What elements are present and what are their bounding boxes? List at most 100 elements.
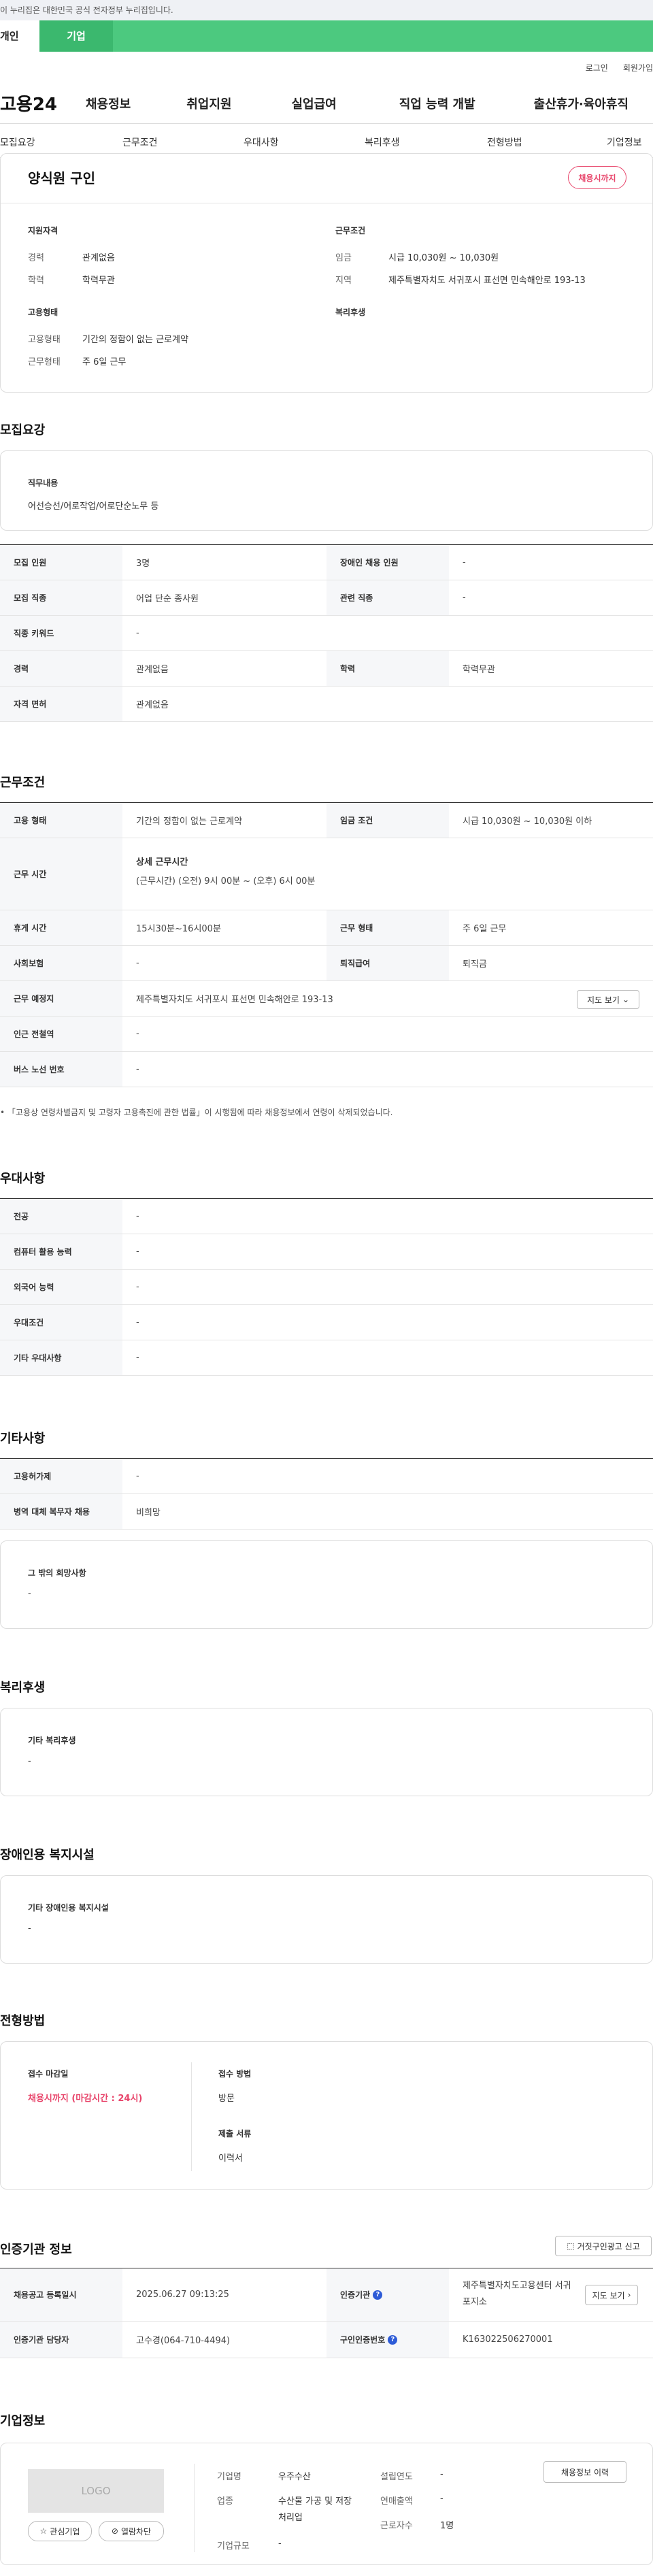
table-row: 기타 우대사항 - [0,1340,653,1376]
divider [194,2464,195,2552]
row-value: 시급 10,030원 ~ 10,030원 이하 [463,816,592,827]
row-key: 경력 [0,651,122,686]
table-row: 휴게 시간 15시30분~16시00분 근무 형태 주 6일 근무 [0,910,653,946]
wage-value: 시급 10,030원 ~ 10,030원 [388,253,499,263]
career-label: 경력 [28,253,44,263]
method-title: 접수 방법 [218,2069,252,2079]
sales-label: 연매출액 [380,2496,413,2507]
row-value: - [136,1246,139,1257]
tab-company[interactable]: 기업 [39,20,113,52]
row-value: - [136,628,139,638]
section-nav-company[interactable]: 기업정보 [607,135,642,149]
wage-label: 임금 [335,253,352,263]
map-view-button[interactable]: 지도 보기 ⌄ [577,990,639,1009]
job-history-button[interactable]: 채용정보 이력 [543,2461,626,2483]
block-view-button[interactable]: ⊘ 열람차단 [99,2521,164,2541]
age-note-text: 「고용상 연령차별금지 및 고령자 고용촉진에 관한 법률」이 시행됨에 따라 … [7,1108,393,1117]
org-map-button[interactable]: 지도 보기 › [585,2285,638,2305]
section-nav-process[interactable]: 전형방법 [487,135,522,149]
company-name-value: 우주수산 [278,2472,311,2482]
table-row: 채용공고 등록일시 2025.06.27 09:13:25 인증기관 ? 제주특… [0,2268,653,2322]
table-row: 병역 대체 복무자 채용 비희망 [0,1494,653,1530]
row-key: 퇴직급여 [326,946,449,980]
table-row: 모집 인원 3명 장애인 채용 인원 - [0,545,653,580]
edu-value: 학력무관 [82,276,115,286]
row-value: - [136,1282,139,1292]
row-value: 관계없음 [136,700,169,710]
login-link[interactable]: 로그인 [586,62,608,73]
section-nav-work[interactable]: 근무조건 [122,135,158,149]
section-nav-recruit[interactable]: 모집요강 [0,135,35,149]
persona-tabs: 개인 기업 [0,20,653,52]
disabled-card-value: - [28,1923,31,1934]
info-icon[interactable]: ? [373,2290,383,2300]
row-value: 기간의 정함이 없는 근로계약 [136,816,242,827]
org-value: 제주특별자치도고용센터 서귀포지소 [463,2281,571,2307]
tab-individual[interactable]: 개인 [0,20,39,52]
row-value: - [463,557,466,567]
table-row: 사회보험 - 퇴직급여 퇴직금 [0,946,653,981]
emp-type-value: 기간의 정함이 없는 근로계약 [82,335,188,345]
work-form-value: 주 6일 근무 [82,357,127,367]
report-fake-ad-button[interactable]: ⬚ 거짓구인광고 신고 [555,2236,652,2256]
employees-label: 근로자수 [380,2521,413,2531]
global-nav: 고용24 채용정보 취업지원 실업급여 직업 능력 개발 출산휴가·육아휴직 [0,83,653,124]
career-value: 관계없음 [82,253,115,263]
cert-num-key-label: 구인인증번호 [340,2335,386,2345]
recruit-heading: 모집요강 [0,423,46,437]
emp-title: 고용형태 [28,308,58,317]
duty-title: 직무내용 [28,478,58,488]
row-key: 장애인 채용 인원 [326,545,449,580]
edu-label: 학력 [28,276,44,286]
row-key: 인근 전철역 [0,1017,122,1051]
job-title: 양식원 구인 [28,170,95,186]
map-view-label: 지도 보기 [586,995,620,1005]
welfare-title: 복리후생 [335,308,366,317]
row-value: 비희망 [136,1508,161,1518]
table-row: 고용 형태 기간의 정함이 없는 근로계약 임금 조건 시급 10,030원 ~… [0,803,653,838]
disabled-card-title: 기타 장애인용 복지시설 [28,1903,109,1913]
row-key: 컴퓨터 활용 능력 [0,1234,122,1269]
area-label: 지역 [335,276,352,286]
founded-label: 설립연도 [380,2472,413,2482]
section-nav-welfare[interactable]: 복리후생 [365,135,400,149]
info-icon[interactable]: ? [388,2334,398,2345]
company-card: LOGO ☆ 관심기업 ⊘ 열람차단 기업명 우주수산 업종 수산물 가공 및 저장… [0,2443,653,2565]
table-row: 직종 키워드 - [0,616,653,651]
row-key: 고용 형태 [0,803,122,838]
row-key: 병역 대체 복무자 채용 [0,1494,122,1529]
etc-heading: 기타사항 [0,1432,46,1446]
row-value: - [136,1317,139,1327]
row-value: 주 6일 근무 [463,924,507,934]
site-logo[interactable]: 고용24 [0,90,75,116]
row-value: 15시30분~16시00분 [136,924,221,934]
row-key: 학력 [326,651,449,686]
row-key: 버스 노선 번호 [0,1052,122,1087]
favorite-company-button[interactable]: ☆ 관심기업 [28,2521,92,2541]
gnb-menu-leave[interactable]: 출산휴가·육아휴직 [534,95,629,112]
signup-link[interactable]: 회원가입 [623,62,653,73]
company-logo: LOGO [28,2469,164,2513]
row-key: 관련 직종 [326,580,449,615]
gnb-menu-jobs[interactable]: 채용정보 [86,95,131,112]
block-view-label: 열람차단 [120,2526,152,2537]
gnb-menu-training[interactable]: 직업 능력 개발 [399,95,475,112]
gnb-menu-benefit[interactable]: 실업급여 [292,95,337,112]
gnb-menu-support[interactable]: 취업지원 [186,95,231,112]
welfare-card: 기타 복리후생 - [0,1708,653,1796]
row-key: 근무 예정지 [0,981,122,1016]
section-nav-pref[interactable]: 우대사항 [244,135,279,149]
row-key: 구인인증번호 ? [326,2322,449,2358]
row-value: 2025.06.27 09:13:25 [136,2290,229,2300]
welfare-heading: 복리후생 [0,1681,46,1695]
row-key: 근무 시간 [0,838,122,910]
utility-bar: 로그인 회원가입 [0,52,653,83]
qual-title: 지원자격 [28,226,58,235]
wish-title: 그 밖의 희망사항 [28,1568,86,1578]
welfare-card-value: - [28,1756,31,1766]
wish-value: - [28,1589,31,1599]
table-row: 우대조건 - [0,1305,653,1340]
row-key: 고용허가제 [0,1459,122,1493]
disabled-heading: 장애인용 복지시설 [0,1848,95,1862]
row-key: 사회보험 [0,946,122,980]
